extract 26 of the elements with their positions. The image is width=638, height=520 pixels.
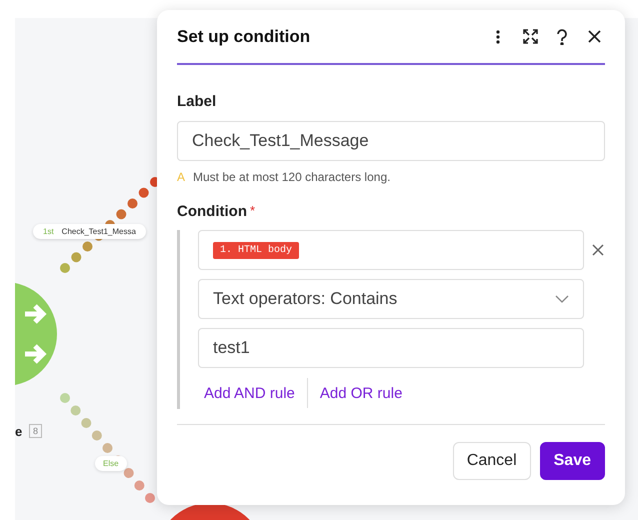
module-name: e — [15, 424, 22, 439]
add-rule-link[interactable]: Add OR rule — [314, 384, 408, 402]
else-route-label: Else — [95, 456, 127, 471]
field-label: Label — [177, 93, 216, 110]
router-node-icon[interactable] — [15, 282, 57, 386]
add-rule-link[interactable]: Add AND rule — [198, 384, 301, 402]
chevron-down-icon — [555, 295, 569, 303]
close-icon — [592, 244, 604, 256]
expand-icon — [522, 29, 538, 44]
cancel-button[interactable]: Cancel — [452, 442, 531, 480]
variable-token[interactable]: 1. HTML body — [213, 242, 300, 258]
warning-text: Must be at most 120 characters long. — [193, 170, 390, 184]
operator-dropdown[interactable]: Text operators: Contains — [198, 279, 584, 319]
more-vertical-icon — [496, 30, 500, 44]
warning-icon: A — [177, 170, 186, 184]
value-input-field[interactable]: test1 — [198, 328, 584, 368]
field-label: Condition — [177, 203, 247, 220]
module-count-badge: 8 — [29, 424, 42, 438]
required-mark: * — [250, 203, 256, 220]
save-button[interactable]: Save — [540, 442, 605, 480]
dialog-title: Set up condition — [177, 26, 312, 46]
close-icon — [588, 30, 600, 43]
help-icon — [556, 28, 568, 44]
route-label: 1st Check_Test1_Messa — [33, 224, 146, 239]
operand-field[interactable]: 1. HTML body — [198, 230, 584, 270]
label-input-field[interactable]: Check_Test1_Message — [177, 121, 605, 161]
